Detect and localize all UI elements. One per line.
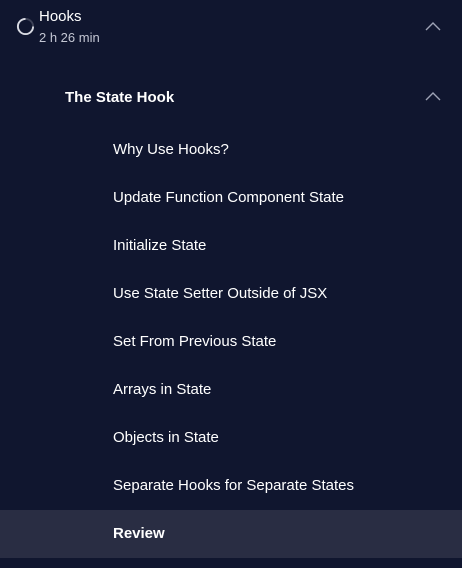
lesson-header[interactable]: The State Hook: [0, 74, 462, 120]
lesson-item-set-from-previous-state[interactable]: Set From Previous State: [0, 318, 462, 366]
lesson-item-label: Initialize State: [113, 237, 207, 254]
lesson-item-label: Separate Hooks for Separate States: [113, 477, 354, 494]
lesson-item-arrays-in-state[interactable]: Arrays in State: [0, 366, 462, 414]
lesson-item-objects-in-state[interactable]: Objects in State: [0, 414, 462, 462]
lesson-item-list: Why Use Hooks? Update Function Component…: [0, 126, 462, 558]
lesson-item-label: Objects in State: [113, 429, 219, 446]
lesson-item-initialize-state[interactable]: Initialize State: [0, 222, 462, 270]
lesson-item-update-function-component-state[interactable]: Update Function Component State: [0, 174, 462, 222]
lesson-item-review[interactable]: Review: [0, 510, 462, 558]
lesson-item-label: Review: [113, 525, 165, 542]
chevron-up-icon[interactable]: [425, 91, 441, 101]
lesson-item-label: Use State Setter Outside of JSX: [113, 285, 328, 302]
progress-ring-icon: [16, 17, 35, 36]
lesson-item-label: Update Function Component State: [113, 189, 344, 206]
lesson-item-separate-hooks[interactable]: Separate Hooks for Separate States: [0, 462, 462, 510]
lesson-item-label: Set From Previous State: [113, 333, 277, 350]
module-title: Hooks: [39, 8, 82, 25]
module-duration: 2 h 26 min: [39, 30, 100, 45]
lesson-title: The State Hook: [65, 89, 175, 106]
chevron-up-icon[interactable]: [425, 21, 441, 31]
lesson-item-use-state-setter-outside-jsx[interactable]: Use State Setter Outside of JSX: [0, 270, 462, 318]
lesson-item-why-use-hooks[interactable]: Why Use Hooks?: [0, 126, 462, 174]
module-header[interactable]: Hooks 2 h 26 min: [0, 0, 462, 60]
lesson-item-label: Why Use Hooks?: [113, 141, 229, 158]
lesson-item-label: Arrays in State: [113, 381, 212, 398]
